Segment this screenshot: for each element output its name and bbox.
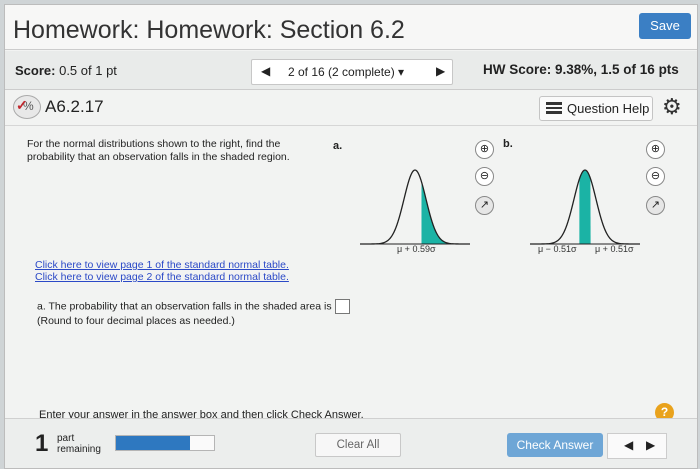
answer-input[interactable] [334, 299, 350, 314]
answer-area: a. The probability that an observation f… [37, 299, 350, 328]
bell-curve-a [360, 169, 470, 245]
question-content: For the normal distributions shown to th… [5, 126, 697, 422]
answer-note: (Round to four decimal places as needed.… [37, 315, 235, 327]
list-icon [546, 102, 562, 114]
zoom-out-icon[interactable]: ⊖ [646, 167, 665, 186]
question-help-label: Question Help [567, 101, 650, 116]
page-title: Homework: Homework: Section 6.2 [13, 16, 405, 44]
question-id: A6.2.17 [45, 97, 104, 116]
popout-icon[interactable]: ↗ [646, 196, 665, 215]
zoom-out-icon[interactable]: ⊖ [475, 167, 494, 186]
partial-credit-icon: % ✓ [13, 95, 41, 119]
footer-bar: 1 part remaining Clear All Check Answer … [5, 418, 697, 468]
next-question-icon[interactable]: ▶ [436, 64, 445, 78]
shaded-region-b [579, 170, 591, 244]
shaded-region-a [421, 181, 470, 244]
graph-b-left-label: μ − 0.51σ [538, 244, 577, 254]
normal-table-link-1[interactable]: Click here to view page 1 of the standar… [35, 259, 289, 271]
score: Score: 0.5 of 1 pt [15, 63, 117, 78]
normal-table-link-2[interactable]: Click here to view page 2 of the standar… [35, 271, 289, 283]
question-prompt: For the normal distributions shown to th… [27, 138, 290, 163]
question-navigator[interactable]: ◀ 2 of 16 (2 complete) ▾ ▶ [251, 59, 453, 85]
part-b-label: b. [503, 138, 513, 150]
progress-bar [115, 435, 215, 451]
gear-icon[interactable]: ⚙ [662, 94, 682, 120]
clear-all-button[interactable]: Clear All [315, 433, 401, 457]
popout-icon[interactable]: ↗ [475, 196, 494, 215]
answer-prompt: a. The probability that an observation f… [37, 300, 332, 313]
graph-b-right-label: μ + 0.51σ [595, 244, 634, 254]
prev-icon[interactable]: ◀ [624, 438, 633, 452]
score-label: Score: [15, 63, 56, 78]
normal-curve-b [530, 169, 640, 245]
next-icon[interactable]: ▶ [646, 438, 655, 452]
score-value: 0.5 of 1 pt [59, 63, 117, 78]
app-window: Homework: Homework: Section 6.2 Save Sco… [4, 4, 698, 469]
zoom-in-icon[interactable]: ⊕ [475, 140, 494, 159]
check-answer-button[interactable]: Check Answer [507, 433, 603, 457]
graph-a-label: μ + 0.59σ [397, 244, 436, 254]
hw-score: HW Score: 9.38%, 1.5 of 16 pts [483, 62, 679, 77]
save-button[interactable]: Save [639, 13, 691, 39]
progress-fill [116, 436, 190, 450]
title-bar: Homework: Homework: Section 6.2 Save [5, 5, 697, 50]
question-bar: % ✓ A6.2.17 Question Help ⚙ [5, 91, 697, 126]
part-a-label: a. [333, 140, 343, 152]
parts-remaining-label: part remaining [57, 433, 101, 455]
normal-curve-a [360, 169, 470, 245]
prev-question-icon[interactable]: ◀ [261, 64, 270, 78]
parts-remaining-count: 1 [35, 430, 49, 457]
score-bar: Score: 0.5 of 1 pt ◀ 2 of 16 (2 complete… [5, 51, 697, 90]
zoom-in-icon[interactable]: ⊕ [646, 140, 665, 159]
question-help-button[interactable]: Question Help [539, 96, 653, 121]
question-step-nav: ◀ ▶ [607, 433, 667, 459]
question-selector[interactable]: 2 of 16 (2 complete) ▾ [288, 65, 404, 79]
